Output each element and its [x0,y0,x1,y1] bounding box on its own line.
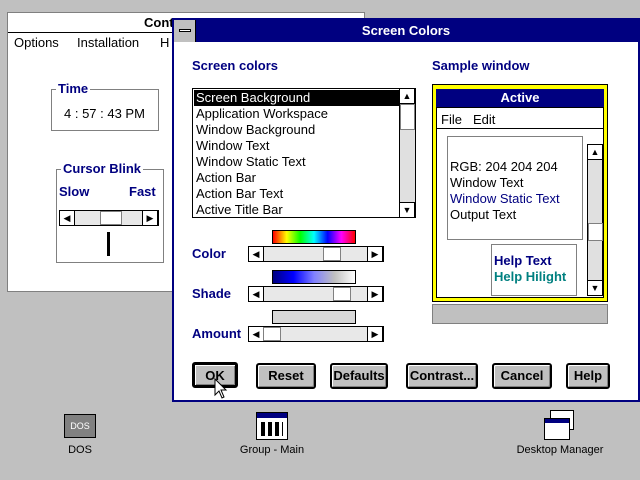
reset-button[interactable]: Reset [256,363,316,389]
list-item[interactable]: Screen Background [194,90,399,106]
sample-help-hilight: Help Hilight [494,269,567,284]
list-item[interactable]: Action Bar Text [194,186,399,202]
group-main-label: Group - Main [239,444,305,456]
control-panel-title-text: Cont [144,15,174,30]
help-button[interactable]: Help [566,363,610,389]
sample-help-area: Help Text Help Hilight [491,244,577,296]
screen-colors-listbox[interactable]: Screen Background Application Workspace … [192,88,416,218]
amount-preview [272,310,356,324]
desktop-manager-label: Desktop Manager [516,444,604,456]
scroll-down-icon[interactable]: ▼ [399,202,415,218]
desktop-manager-icon [544,410,576,440]
color-spectrum [272,230,356,244]
fast-label: Fast [129,184,156,199]
slow-label: Slow [59,184,90,199]
list-item[interactable]: Window Text [194,138,399,154]
cursor-blink-group: Cursor Blink Slow Fast ◀ ▶ [56,161,164,263]
sample-scrollbar: ▲ ▼ [587,144,603,296]
listbox-scrollbar[interactable]: ▲ ▼ [399,88,415,218]
group-main-icon [256,412,288,440]
time-group: Time 4 : 57 : 43 PM [51,81,159,131]
shade-gradient [272,270,356,284]
sample-output-text: Output Text [450,207,517,222]
scroll-up-icon: ▲ [587,144,603,160]
sample-window-text: Window Text [450,175,524,190]
list-item[interactable]: Window Background [194,122,399,138]
scroll-right-icon[interactable]: ▶ [367,286,383,302]
cancel-button[interactable]: Cancel [492,363,552,389]
sample-static-text: Window Static Text [450,191,560,206]
shade-label: Shade [192,286,232,301]
sample-window: File Edit RGB: 204 204 204 Window Text W… [436,107,604,298]
scroll-right-icon[interactable]: ▶ [367,246,383,262]
shade-slider[interactable]: ◀ ▶ [248,286,384,302]
desktop-manager-desktop-icon[interactable]: Desktop Manager [512,410,608,456]
dos-icon-label: DOS [68,444,92,456]
scroll-left-icon[interactable]: ◀ [248,326,264,342]
screen-colors-label: Screen colors [192,58,278,73]
color-label: Color [192,246,226,261]
sample-client-area: RGB: 204 204 204 Window Text Window Stat… [447,136,583,240]
amount-label: Amount [192,326,242,341]
list-item[interactable]: Action Bar [194,170,399,186]
cursor-blink-slider[interactable]: ◀ ▶ [59,210,159,226]
contrast-button[interactable]: Contrast... [406,363,478,389]
sample-menu-divider [437,128,603,129]
sample-status-area [432,304,608,324]
list-item[interactable]: Window Static Text [194,154,399,170]
scroll-up-icon[interactable]: ▲ [399,88,415,104]
time-value[interactable]: 4 : 57 : 43 PM [64,106,145,121]
dos-desktop-icon[interactable]: DOS DOS [48,414,112,456]
scroll-down-icon: ▼ [587,280,603,296]
amount-slider-thumb[interactable] [263,327,281,341]
dos-icon: DOS [64,414,96,438]
scroll-left-icon[interactable]: ◀ [248,246,264,262]
defaults-button[interactable]: Defaults [330,363,388,389]
menu-installation[interactable]: Installation [77,33,139,53]
screen-colors-dialog: Screen Colors Screen colors Sample windo… [172,18,640,402]
cursor-preview [107,232,110,256]
color-slider[interactable]: ◀ ▶ [248,246,384,262]
shade-slider-thumb[interactable] [333,287,351,301]
sample-rgb: RGB: 204 204 204 [450,159,558,174]
cursor-blink-caption: Cursor Blink [61,161,144,176]
cursor-blink-thumb[interactable] [100,211,122,225]
scroll-right-icon[interactable]: ▶ [367,326,383,342]
menu-options[interactable]: Options [14,33,59,53]
list-item[interactable]: Application Workspace [194,106,399,122]
dialog-title-bar[interactable]: Screen Colors [174,20,638,42]
menu-help[interactable]: H [160,33,169,53]
group-main-desktop-icon[interactable]: Group - Main [232,412,312,456]
sample-title-bar: Active [436,89,604,107]
listbox-scroll-thumb[interactable] [400,104,415,130]
mouse-pointer-icon [214,378,228,399]
scroll-left-icon[interactable]: ◀ [248,286,264,302]
system-menu-icon[interactable] [174,20,196,42]
color-slider-thumb[interactable] [323,247,341,261]
sample-help-text: Help Text [494,253,552,268]
sample-scroll-thumb [588,223,603,241]
amount-slider[interactable]: ◀ ▶ [248,326,384,342]
scroll-right-icon[interactable]: ▶ [142,210,158,226]
sample-menu-edit: Edit [473,112,496,127]
scroll-left-icon[interactable]: ◀ [59,210,75,226]
time-group-caption: Time [56,81,91,96]
sample-window-label: Sample window [432,58,530,73]
list-item[interactable]: Active Title Bar [194,202,399,218]
dialog-title: Screen Colors [361,23,451,38]
sample-menu-file: File [441,112,462,127]
